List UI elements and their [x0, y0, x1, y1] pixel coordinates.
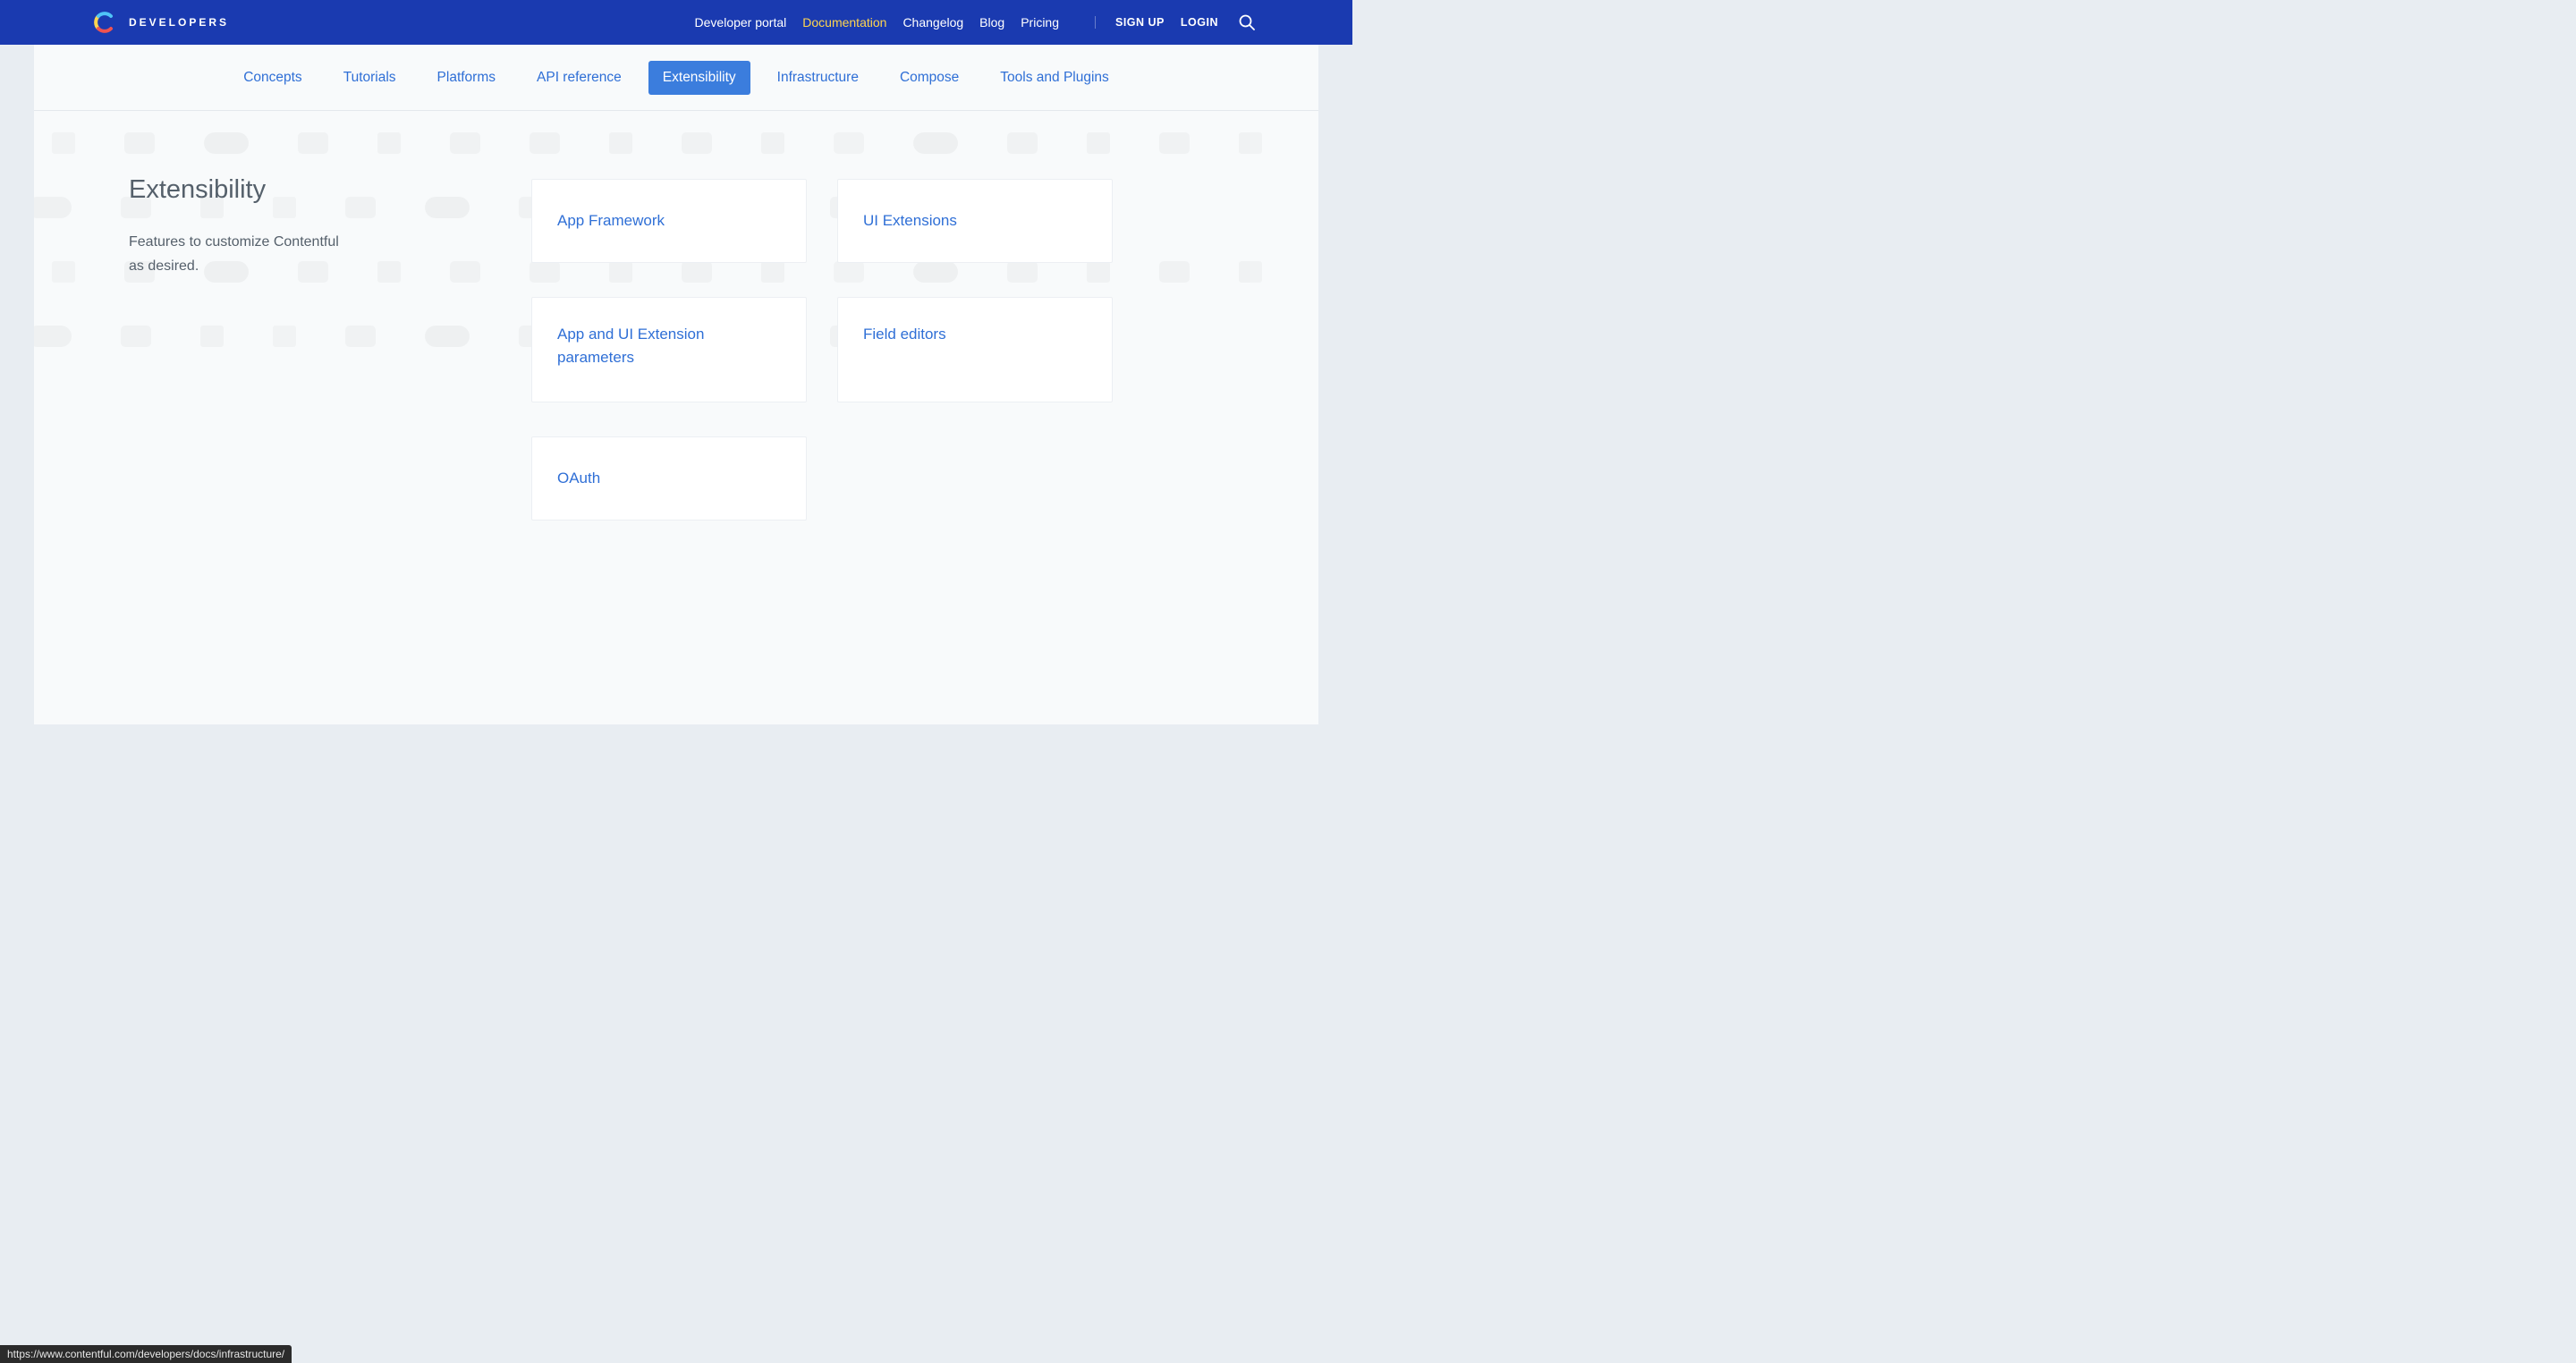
main-panel: Concepts Tutorials Platforms API referen…: [34, 45, 1318, 724]
auth-actions: SIGN UP LOGIN: [1095, 16, 1218, 29]
nav-changelog[interactable]: Changelog: [902, 15, 963, 30]
docs-subnav: Concepts Tutorials Platforms API referen…: [34, 45, 1318, 111]
tab-tools-plugins[interactable]: Tools and Plugins: [986, 61, 1123, 95]
card-field-editors[interactable]: Field editors: [837, 297, 1113, 402]
tab-concepts[interactable]: Concepts: [229, 61, 316, 95]
tab-compose[interactable]: Compose: [886, 61, 973, 95]
page-intro: Extensibility Features to customize Cont…: [129, 175, 424, 278]
nav-blog[interactable]: Blog: [979, 15, 1004, 30]
card-label: Field editors: [863, 323, 946, 346]
contentful-logo-icon: [93, 11, 116, 34]
nav-documentation[interactable]: Documentation: [802, 15, 886, 30]
brand-wordmark: DEVELOPERS: [129, 16, 229, 29]
card-oauth[interactable]: OAuth: [531, 436, 807, 521]
page-content: Extensibility Features to customize Cont…: [34, 111, 1318, 521]
search-icon: [1238, 13, 1256, 31]
card-app-framework[interactable]: App Framework: [531, 179, 807, 263]
status-bar-url: https://www.contentful.com/developers/do…: [0, 1345, 292, 1363]
page-description: Features to customize Contentful as desi…: [129, 230, 343, 278]
card-grid: App Framework UI Extensions App and UI E…: [531, 175, 1113, 521]
brand-block[interactable]: DEVELOPERS: [93, 11, 229, 34]
tab-platforms[interactable]: Platforms: [423, 61, 510, 95]
search-button[interactable]: [1234, 10, 1259, 35]
card-app-ui-extension-parameters[interactable]: App and UI Extension parameters: [531, 297, 807, 402]
tab-api-reference[interactable]: API reference: [522, 61, 636, 95]
signup-link[interactable]: SIGN UP: [1115, 16, 1165, 29]
card-label: OAuth: [557, 467, 600, 490]
card-label: UI Extensions: [863, 209, 957, 233]
card-label: App and UI Extension parameters: [557, 323, 781, 370]
card-label: App Framework: [557, 209, 665, 233]
nav-pricing[interactable]: Pricing: [1021, 15, 1059, 30]
login-link[interactable]: LOGIN: [1181, 16, 1218, 29]
tab-tutorials[interactable]: Tutorials: [329, 61, 411, 95]
tab-infrastructure[interactable]: Infrastructure: [763, 61, 873, 95]
tab-extensibility[interactable]: Extensibility: [648, 61, 750, 95]
top-navbar: DEVELOPERS Developer portal Documentatio…: [0, 0, 1352, 45]
nav-developer-portal[interactable]: Developer portal: [695, 15, 787, 30]
page-title: Extensibility: [129, 175, 424, 205]
card-ui-extensions[interactable]: UI Extensions: [837, 179, 1113, 263]
primary-nav: Developer portal Documentation Changelog…: [695, 10, 1352, 35]
